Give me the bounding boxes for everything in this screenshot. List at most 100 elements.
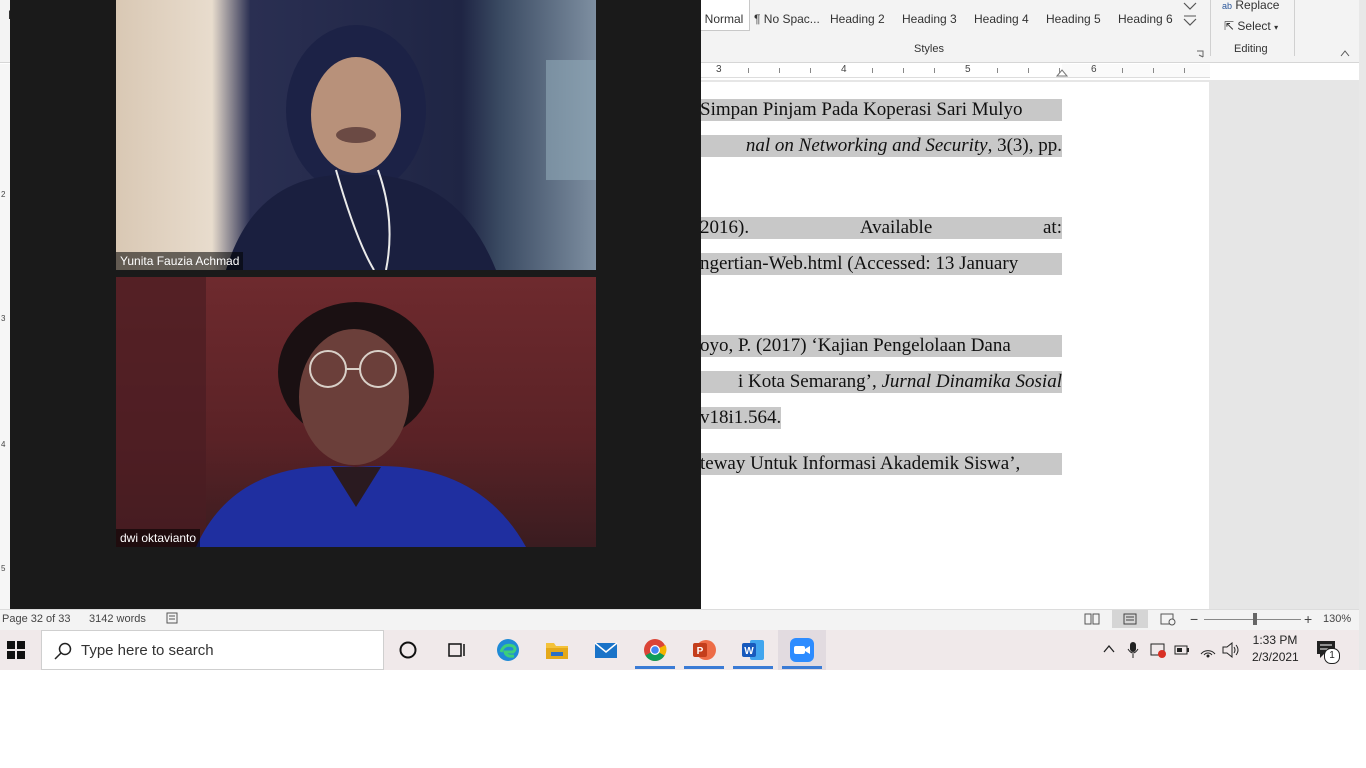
vertical-ruler-number: 2 [1, 190, 6, 199]
print-layout-button[interactable] [1112, 610, 1148, 628]
search-icon [54, 642, 72, 660]
collapse-ribbon-button[interactable] [1340, 44, 1350, 62]
powerpoint-taskbar-button[interactable]: P [692, 638, 716, 662]
select-label: Select [1237, 19, 1271, 33]
ruler-number: 6 [1091, 64, 1097, 75]
style-heading-2[interactable]: Heading 2 [830, 10, 885, 28]
doc-line[interactable]: ngertian-Web.html (Accessed: 13 January [700, 253, 1062, 275]
start-button[interactable] [7, 641, 25, 664]
page-count[interactable]: Page 32 of 33 [2, 613, 71, 625]
ruler-number: 5 [965, 64, 971, 75]
print-layout-icon [1123, 613, 1137, 625]
replace-label: Replace [1235, 0, 1280, 12]
windows-logo-icon [7, 641, 25, 659]
edge-browser-icon [497, 639, 519, 661]
task-view-icon [448, 643, 465, 657]
participant-name-tag: dwi oktavianto [116, 529, 201, 547]
cortana-button[interactable] [398, 640, 418, 665]
word-count[interactable]: 3142 words [89, 613, 146, 625]
zoom-slider-thumb[interactable] [1253, 613, 1257, 625]
style-heading-6[interactable]: Heading 6 [1118, 10, 1173, 28]
doc-line[interactable]: nal on Networking and Security, 3(3), pp… [700, 135, 1062, 157]
zoom-level[interactable]: 130% [1323, 613, 1351, 625]
file-explorer-taskbar-button[interactable] [545, 638, 569, 662]
clock[interactable]: 1:33 PM 2/3/2021 [1252, 633, 1299, 664]
doc-line[interactable]: v18i1.564. [700, 407, 782, 429]
style-heading-5[interactable]: Heading 5 [1046, 10, 1101, 28]
svg-text:W: W [744, 646, 754, 657]
group-divider [1294, 0, 1295, 56]
ruler-number: 4 [841, 64, 847, 75]
style-heading-3[interactable]: Heading 3 [902, 10, 957, 28]
document-page[interactable]: Simpan Pinjam Pada Koperasi Sari Mulyo n… [700, 82, 1209, 609]
replace-icon: ab [1222, 1, 1233, 11]
participant-video-tile[interactable]: Yunita Fauzia Achmad [116, 0, 596, 270]
style-no-spacing[interactable]: ¶ No Spac... [754, 10, 820, 28]
doc-line[interactable]: 2016). Available at: [700, 217, 1062, 239]
proofing-icon[interactable] [166, 612, 180, 628]
styles-group-label: Styles [914, 43, 944, 55]
vertical-ruler-number: 4 [1, 440, 6, 449]
chrome-active-indicator [635, 666, 675, 669]
styles-gallery-scroll[interactable] [1182, 0, 1198, 32]
doc-line[interactable]: teway Untuk Informasi Akademik Siswa’, [700, 453, 1062, 475]
style-heading-4[interactable]: Heading 4 [974, 10, 1029, 28]
participant-video-image [116, 277, 526, 547]
dropdown-arrow-icon: ▾ [1274, 23, 1279, 32]
mail-icon [594, 642, 618, 658]
cortana-circle-icon [399, 641, 417, 659]
replace-button[interactable]: ab Replace [1222, 0, 1279, 12]
participant-video-tile[interactable]: dwi oktavianto [116, 277, 596, 547]
word-active-indicator [733, 666, 773, 669]
volume-icon[interactable] [1222, 641, 1240, 661]
wifi-icon[interactable] [1199, 642, 1217, 661]
battery-icon[interactable] [1174, 643, 1190, 660]
zoom-meeting-window[interactable]: Yunita Fauzia Achmad dwi oktavianto [10, 0, 701, 609]
mail-taskbar-button[interactable] [594, 638, 618, 662]
zoom-out-button[interactable]: − [1190, 611, 1198, 627]
microphone-tray-icon[interactable] [1127, 641, 1139, 662]
read-mode-icon[interactable] [1084, 612, 1100, 629]
word-taskbar-button[interactable]: W [741, 638, 765, 662]
select-button[interactable]: ⇱ Select ▾ [1224, 19, 1278, 33]
zoom-in-button[interactable]: + [1304, 611, 1312, 627]
screen-edge [1359, 0, 1366, 670]
chevron-up-icon[interactable] [1340, 49, 1350, 57]
show-hidden-icons-button[interactable] [1102, 642, 1116, 659]
styles-dialog-launcher-icon[interactable] [1196, 45, 1204, 58]
powerpoint-active-indicator [684, 666, 724, 669]
action-center-button[interactable]: 1 [1316, 640, 1340, 664]
chevron-down-icon[interactable] [1182, 0, 1198, 32]
search-placeholder: Type here to search [81, 642, 214, 659]
right-indent-marker-icon[interactable] [1056, 68, 1068, 77]
clock-time: 1:33 PM [1252, 633, 1298, 647]
ruler-marks: 3 4 5 6 [700, 64, 1210, 77]
clock-date: 2/3/2021 [1252, 650, 1299, 664]
style-normal[interactable]: Normal [700, 10, 748, 28]
chrome-icon [644, 639, 667, 661]
doc-line[interactable]: oyo, P. (2017) ‘Kajian Pengelolaan Dana [700, 335, 1062, 357]
svg-text:P: P [697, 646, 704, 657]
doc-line[interactable]: i Kota Semarang’, Jurnal Dinamika Sosial [700, 371, 1062, 393]
word-icon: W [742, 640, 764, 660]
zoom-app-icon [790, 638, 814, 662]
zoom-active-indicator [782, 666, 822, 669]
edge-taskbar-button[interactable] [496, 638, 520, 662]
cursor-arrow-icon: ⇱ [1224, 19, 1235, 33]
vertical-ruler-number: 5 [1, 564, 6, 573]
folder-icon [546, 643, 568, 659]
ruler-number: 3 [716, 64, 722, 75]
notification-count-badge: 1 [1324, 648, 1340, 664]
web-layout-icon[interactable] [1160, 612, 1176, 629]
task-view-button[interactable] [447, 640, 467, 665]
chrome-taskbar-button[interactable] [643, 638, 667, 662]
powerpoint-icon: P [693, 640, 716, 660]
vertical-ruler-number: 3 [1, 314, 6, 323]
doc-line[interactable]: Simpan Pinjam Pada Koperasi Sari Mulyo [700, 99, 1062, 121]
group-divider [1210, 0, 1211, 56]
zoom-taskbar-button[interactable] [778, 630, 826, 670]
taskbar-search-box[interactable]: Type here to search [41, 630, 384, 670]
editing-group-label: Editing [1234, 43, 1268, 55]
participant-name-tag: Yunita Fauzia Achmad [116, 252, 244, 270]
network-warning-tray-icon[interactable] [1150, 641, 1168, 662]
